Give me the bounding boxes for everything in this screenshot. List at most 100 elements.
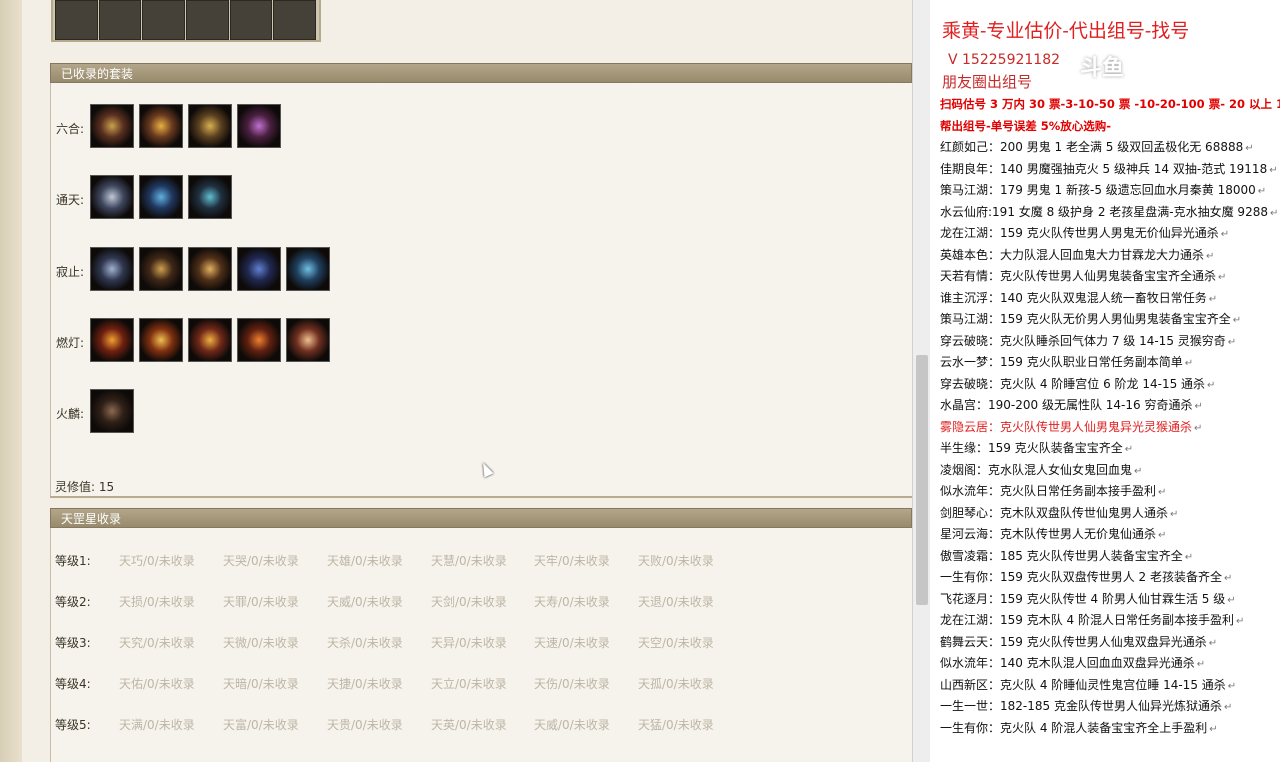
listing-text: 似水流年：140 克木队混人回血血双盘异光通杀	[940, 656, 1195, 670]
return-mark-icon: ↵	[1208, 293, 1218, 305]
listing-text: 山西新区：克火队 4 阶睡仙灵性鬼宫位睡 14-15 通杀	[940, 677, 1226, 692]
ring-item-icon[interactable]	[188, 175, 232, 219]
account-listing: 龙在江湖：159 克木队 4 阶混人日常任务副本接手盈利 ↵	[940, 611, 1244, 628]
robe-item-icon[interactable]	[139, 318, 183, 362]
return-mark-icon: ↵	[1269, 164, 1278, 176]
watermark-text: 斗鱼	[1080, 56, 1125, 81]
listing-text: 英雄本色：大力队混人回血鬼大力甘霖龙大力通杀	[940, 247, 1205, 262]
star-cell: 天寿/0/未收录	[534, 595, 610, 609]
hat-item-icon[interactable]	[188, 247, 232, 291]
bracelet-item-icon[interactable]	[90, 175, 134, 219]
star-cell: 天巧/0/未收录	[119, 554, 195, 568]
listing-text: 红颜如己：200 男鬼 1 老全满 5 级双回孟极化无 68888	[940, 140, 1244, 154]
return-mark-icon: ↵	[1257, 186, 1267, 197]
account-listing: 半生缘：159 克火队装备宝宝齐全 ↵	[940, 439, 1133, 456]
inventory-slot[interactable]	[229, 0, 273, 40]
vertical-scrollbar[interactable]	[912, 0, 931, 762]
inventory-slot[interactable]	[142, 0, 186, 40]
listing-text: 傲雪凌霜：185 克火队传世男人装备宝宝齐全	[940, 548, 1183, 563]
return-mark-icon: ↵	[1124, 444, 1134, 455]
star-level-label: 等级2:	[55, 595, 91, 609]
mask-item-icon[interactable]	[286, 247, 330, 291]
star-cell: 天慧/0/未收录	[431, 554, 507, 568]
ring-item-icon[interactable]	[139, 104, 183, 148]
account-listing: 策马江湖：179 男鬼 1 新孩-5 级遗忘回血水月秦黄 18000 ↵	[940, 181, 1266, 198]
star-level-label: 等级1:	[55, 554, 91, 568]
account-listing: 雾隐云居：克火队传世男人仙男鬼异光灵猴通杀 ↵	[940, 418, 1202, 435]
ring-item-icon[interactable]	[139, 175, 183, 219]
suit-row-label: 火麟:	[56, 407, 85, 421]
return-mark-icon: ↵	[1223, 702, 1233, 713]
watermark-logo: 斗鱼	[1080, 46, 1240, 92]
return-mark-icon: ↵	[1194, 422, 1203, 434]
cloak-item-icon[interactable]	[286, 318, 330, 362]
inventory-slot[interactable]	[273, 0, 317, 40]
inventory-slot[interactable]	[98, 0, 142, 40]
account-listing: 穿去破晓：克火队 4 阶睡宫位 6 阶龙 14-15 通杀 ↵	[940, 375, 1215, 392]
return-mark-icon: ↵	[1158, 530, 1167, 541]
ring-item-icon[interactable]	[188, 104, 232, 148]
star-cell: 天威/0/未收录	[534, 718, 610, 732]
star-level-label: 等级5:	[55, 718, 91, 732]
section-divider	[50, 496, 912, 498]
armor-item-icon[interactable]	[90, 318, 134, 362]
listing-text: 谁主沉浮：140 克火队双鬼混人统一畜牧日常任务	[940, 290, 1207, 305]
star-cell: 天杀/0/未收录	[327, 636, 403, 650]
left-frame-border	[0, 0, 23, 762]
star-cell: 天英/0/未收录	[431, 718, 507, 732]
return-mark-icon: ↵	[1227, 336, 1237, 348]
star-cell: 天立/0/未收录	[431, 677, 507, 691]
star-cell: 天空/0/未收录	[638, 636, 714, 650]
listing-text: 策马江湖：159 克火队无价男人男仙男鬼装备宝宝齐全	[940, 312, 1231, 326]
star-cell: 天暗/0/未收录	[223, 677, 299, 691]
stars-section-title: 天罡星收录	[61, 512, 122, 526]
weapon-item-icon[interactable]	[139, 247, 183, 291]
listing-text: 水云仙府:191 女魔 8 级护身 2 老孩星盘满-克水抽女魔 9288	[940, 204, 1268, 219]
account-listing: 英雄本色：大力队混人回血鬼大力甘霖龙大力通杀 ↵	[940, 246, 1214, 263]
star-cell: 天富/0/未收录	[223, 718, 299, 732]
boots-item-icon[interactable]	[237, 247, 281, 291]
return-mark-icon: ↵	[1184, 358, 1194, 369]
listing-text: 似水流年：克火队日常任务副本接手盈利	[940, 484, 1157, 498]
star-cell: 天满/0/未收录	[119, 718, 195, 732]
game-window: 已收录的套装 六合: 通天: 寂止: 燃灯: 火麟: 灵修值: 15 天罡星收录 等级1…	[0, 0, 930, 762]
suits-section-header: 已收录的套装	[50, 63, 912, 83]
account-listing: 天若有情：克火队传世男人仙男鬼装备宝宝齐全通杀 ↵	[940, 267, 1226, 284]
necklace-item-icon[interactable]	[90, 104, 134, 148]
star-cell: 天退/0/未收录	[638, 595, 714, 609]
listing-text: 穿云破晓：克火队睡杀回气体力 7 级 14-15 灵猴穷奇	[940, 333, 1226, 348]
account-listing: 星河云海：克木队传世男人无价鬼仙通杀 ↵	[940, 525, 1166, 542]
beast-item-icon[interactable]	[90, 389, 134, 433]
account-listing: 一生有你：159 克火队双盘传世男人 2 老孩装备齐全 ↵	[940, 568, 1232, 585]
promo-title: 乘黄-专业估价-代出组号-找号	[942, 20, 1190, 42]
listing-text: 星河云海：克木队传世男人无价鬼仙通杀	[940, 527, 1157, 541]
return-mark-icon: ↵	[1170, 508, 1179, 520]
promo-contact: V 15225921182	[948, 52, 1061, 68]
robe-item-icon[interactable]	[90, 247, 134, 291]
inventory-slot[interactable]	[55, 0, 98, 40]
star-cell: 天剑/0/未收录	[431, 595, 507, 609]
hat-item-icon[interactable]	[188, 318, 232, 362]
star-cell: 天伤/0/未收录	[534, 677, 610, 691]
account-listing: 佳期良年：140 男魔强抽克火 5 级神兵 14 双抽-范式 19118 ↵	[940, 160, 1278, 177]
star-cell: 天雄/0/未收录	[327, 554, 403, 568]
account-listing: 似水流年：140 克木队混人回血血双盘异光通杀 ↵	[940, 654, 1205, 671]
account-listing: 山西新区：克火队 4 阶睡仙灵性鬼宫位睡 14-15 通杀 ↵	[940, 676, 1236, 693]
star-cell: 天哭/0/未收录	[223, 554, 299, 568]
suit-row-items	[90, 389, 139, 433]
listing-text: 龙在江湖：159 克火队传世男人男鬼无价仙异光通杀	[940, 226, 1219, 240]
suit-row-items	[90, 104, 286, 148]
return-mark-icon: ↵	[1209, 723, 1218, 735]
stars-section-header: 天罡星收录	[50, 508, 912, 528]
return-mark-icon: ↵	[1232, 315, 1242, 326]
inventory-slot[interactable]	[186, 0, 229, 40]
boots-item-icon[interactable]	[237, 318, 281, 362]
account-listing: 水晶宫：190-200 级无属性队 14-16 穷奇通杀 ↵	[940, 396, 1203, 413]
scrollbar-thumb[interactable]	[916, 355, 928, 605]
promo-help-line: 帮出组号-单号误差 5%放心选购-	[940, 119, 1112, 133]
bracelet-item-icon[interactable]	[237, 104, 281, 148]
promo-friend-circle: 朋友圈出组号	[942, 73, 1033, 91]
account-listing: 红颜如己：200 男鬼 1 老全满 5 级双回孟极化无 68888 ↵	[940, 138, 1254, 155]
return-mark-icon: ↵	[1208, 637, 1218, 649]
return-mark-icon: ↵	[1206, 250, 1215, 262]
